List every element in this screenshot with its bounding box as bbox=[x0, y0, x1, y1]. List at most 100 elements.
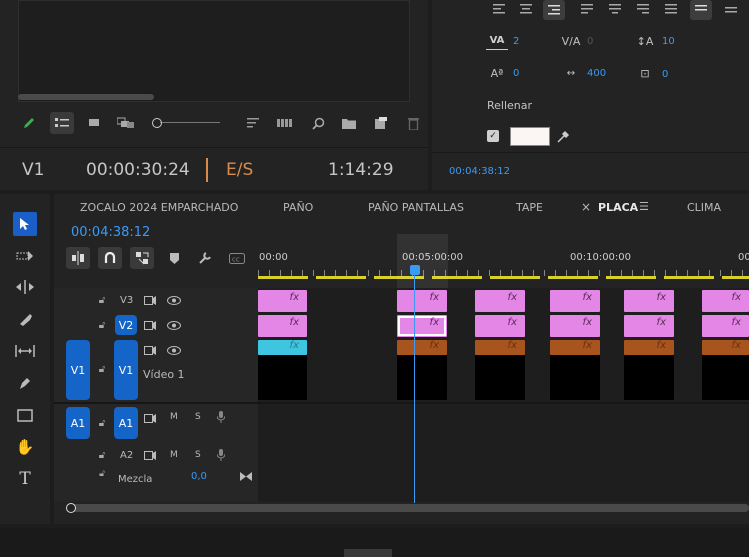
v3-clip-1[interactable]: fx bbox=[258, 290, 307, 312]
timeline-zoom-scrollbar[interactable] bbox=[68, 504, 749, 512]
leading-value[interactable]: 10 bbox=[662, 36, 675, 47]
mix-lock-icon[interactable]: 🔓︎ bbox=[95, 468, 109, 480]
text-middle-icon[interactable] bbox=[722, 0, 740, 18]
tab-menu-icon[interactable]: ☰ bbox=[639, 200, 649, 213]
kerning-value[interactable]: 0 bbox=[587, 36, 593, 47]
pencil-icon[interactable] bbox=[20, 114, 38, 132]
v1-target[interactable]: V1 bbox=[114, 340, 138, 400]
tab-placa[interactable]: PLACA bbox=[598, 201, 638, 214]
mix-value[interactable]: 0,0 bbox=[191, 471, 207, 482]
v2-clip-2-selected[interactable]: fx bbox=[397, 315, 447, 337]
align-center-icon[interactable] bbox=[517, 0, 535, 18]
justify-left-icon[interactable] bbox=[578, 0, 596, 18]
tab-pano[interactable]: PAÑO bbox=[283, 201, 313, 214]
justify-center-icon[interactable] bbox=[606, 0, 624, 18]
v1-clip-1-header[interactable]: fx bbox=[258, 340, 307, 355]
a1-source-patch[interactable]: A1 bbox=[66, 407, 90, 439]
monitor-scrollbar[interactable] bbox=[18, 94, 154, 100]
align-left-icon[interactable] bbox=[490, 0, 508, 18]
new-item-icon[interactable] bbox=[372, 114, 390, 132]
nest-sequence-icon[interactable] bbox=[66, 247, 90, 269]
fill-color-swatch[interactable] bbox=[510, 127, 550, 146]
tab-tape[interactable]: TAPE bbox=[516, 201, 543, 214]
tracking-value[interactable]: 2 bbox=[513, 36, 519, 47]
v3-eye-icon[interactable] bbox=[166, 293, 182, 307]
v1-eye-icon[interactable] bbox=[166, 343, 182, 357]
text-top-icon[interactable] bbox=[690, 0, 712, 20]
sort-icon[interactable] bbox=[244, 114, 262, 132]
v2-clip-6[interactable]: fx bbox=[702, 315, 749, 337]
v2-clip-5[interactable]: fx bbox=[624, 315, 674, 337]
selection-tool-icon[interactable] bbox=[13, 212, 37, 236]
a2-label[interactable]: A2 bbox=[120, 450, 133, 461]
tab-width-value[interactable]: 0 bbox=[662, 69, 668, 80]
v2-target[interactable]: V2 bbox=[115, 315, 137, 335]
track-select-tool-icon[interactable] bbox=[13, 246, 37, 266]
bottom-scroll-handle[interactable] bbox=[344, 549, 392, 557]
v1-clip-6-header[interactable]: fx bbox=[702, 340, 749, 355]
razor-tool-icon[interactable] bbox=[13, 309, 37, 329]
io-label[interactable]: E/S bbox=[226, 160, 253, 180]
v1-clip-4-header[interactable]: fx bbox=[550, 340, 600, 355]
justify-all-icon[interactable] bbox=[662, 0, 680, 18]
snap-icon[interactable] bbox=[98, 247, 122, 269]
search-icon[interactable] bbox=[309, 114, 327, 132]
a2-mic-icon[interactable] bbox=[214, 448, 228, 462]
captions-icon[interactable]: cc bbox=[228, 250, 246, 266]
playhead-line[interactable] bbox=[414, 275, 415, 503]
v3-clip-2[interactable]: fx bbox=[397, 290, 447, 312]
v1-clip-2-header[interactable]: fx bbox=[397, 340, 447, 355]
playhead-timecode[interactable]: 00:04:38:12 bbox=[71, 225, 150, 240]
a1-mic-icon[interactable] bbox=[214, 410, 228, 424]
freeform-view-icon[interactable] bbox=[116, 114, 136, 132]
a2-mute[interactable]: M bbox=[170, 450, 178, 460]
tab-pano-pantallas[interactable]: PAÑO PANTALLAS bbox=[368, 201, 464, 214]
v2-eye-icon[interactable] bbox=[166, 318, 182, 332]
v2-lock-icon[interactable]: 🔓︎ bbox=[95, 318, 109, 332]
timeline-zoom-handle[interactable] bbox=[66, 503, 76, 513]
trash-icon[interactable] bbox=[404, 114, 422, 132]
a1-target[interactable]: A1 bbox=[114, 407, 138, 439]
v2-clip-3[interactable]: fx bbox=[475, 315, 525, 337]
v1-clip-5-thumb[interactable] bbox=[624, 355, 674, 400]
a1-mute[interactable]: M bbox=[170, 412, 178, 422]
a2-lock-icon[interactable]: 🔓︎ bbox=[95, 448, 109, 462]
a1-solo[interactable]: S bbox=[195, 412, 201, 422]
hand-tool-icon[interactable]: ✋ bbox=[13, 437, 37, 457]
mix-go-to-icon[interactable] bbox=[239, 470, 253, 482]
v2-clip-1[interactable]: fx bbox=[258, 315, 307, 337]
v1-clip-5-header[interactable]: fx bbox=[624, 340, 674, 355]
graphics-timecode[interactable]: 00:04:38:12 bbox=[449, 166, 510, 177]
tab-clima[interactable]: CLIMA bbox=[687, 201, 721, 214]
v1-clip-3-thumb[interactable] bbox=[475, 355, 525, 400]
v3-label[interactable]: V3 bbox=[120, 295, 133, 306]
a2-solo[interactable]: S bbox=[195, 450, 201, 460]
wrench-icon[interactable] bbox=[196, 249, 214, 267]
v1-clip-2-thumb[interactable] bbox=[397, 355, 447, 400]
justify-right-icon[interactable] bbox=[634, 0, 652, 18]
source-timecode[interactable]: 00:00:30:24 bbox=[86, 160, 190, 180]
fill-checkbox[interactable]: ✓ bbox=[487, 130, 499, 142]
a1-lock-icon[interactable]: 🔓︎ bbox=[95, 416, 109, 430]
v1-clip-3-header[interactable]: fx bbox=[475, 340, 525, 355]
add-marker-icon[interactable] bbox=[166, 250, 182, 266]
align-right-icon[interactable] bbox=[543, 0, 565, 20]
icon-view-icon[interactable] bbox=[86, 114, 102, 132]
automate-icon[interactable] bbox=[275, 114, 295, 132]
v2-sync-icon[interactable] bbox=[143, 318, 157, 332]
v1-source-patch[interactable]: V1 bbox=[66, 340, 90, 400]
source-track-label[interactable]: V1 bbox=[22, 160, 44, 180]
slip-tool-icon[interactable] bbox=[13, 341, 37, 361]
a2-sync-icon[interactable] bbox=[143, 448, 157, 462]
pen-tool-icon[interactable] bbox=[13, 373, 37, 393]
source-duration[interactable]: 1:14:29 bbox=[328, 160, 394, 180]
v3-lock-icon[interactable]: 🔓︎ bbox=[95, 293, 109, 307]
v3-sync-icon[interactable] bbox=[143, 293, 157, 307]
v1-sync-icon[interactable] bbox=[143, 343, 157, 357]
rectangle-tool-icon[interactable] bbox=[13, 405, 37, 425]
tab-zocalo[interactable]: ZOCALO 2024 EMPARCHADO bbox=[80, 201, 238, 214]
baseline-shift-value[interactable]: 0 bbox=[513, 68, 519, 79]
v2-clip-4[interactable]: fx bbox=[550, 315, 600, 337]
zoom-slider-handle[interactable] bbox=[152, 118, 162, 128]
v1-clip-1-thumb[interactable] bbox=[258, 355, 307, 400]
